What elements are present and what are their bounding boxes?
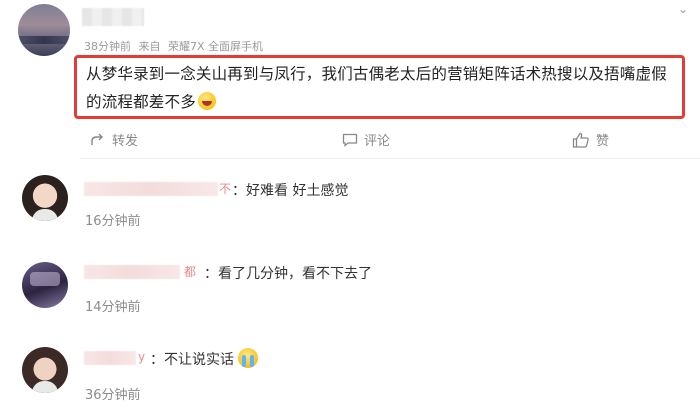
highlighted-comment: 从梦华录到一念关山再到与凤行，我们古偶老太后的营销矩阵话术热搜以及捂嘴虚假的流程… <box>86 60 682 116</box>
comment-text: ：看了几分钟，看不下去了 <box>204 263 372 283</box>
post-time: 38分钟前 <box>84 40 131 52</box>
forward-icon <box>91 133 103 145</box>
crying-emoji <box>238 348 258 368</box>
main-avatar[interactable] <box>18 4 70 56</box>
like-button[interactable]: 赞 <box>572 130 609 149</box>
blurred-username <box>82 8 144 26</box>
commenter-avatar[interactable] <box>22 175 68 221</box>
like-label: 赞 <box>596 134 610 149</box>
commenter-name-tail[interactable]: y <box>138 350 145 364</box>
comment-separator: ： <box>150 352 164 368</box>
commenter-name-tail[interactable]: 都 <box>184 263 196 280</box>
comment-icon <box>342 133 358 147</box>
commenter-avatar[interactable] <box>22 347 68 393</box>
comment-button[interactable]: 评论 <box>342 130 390 149</box>
comment-label: 评论 <box>364 134 391 149</box>
blurred-commenter-name <box>84 265 180 279</box>
forward-button[interactable]: 转发 <box>90 130 138 149</box>
comment-body: 好难看 好土感觉 <box>246 183 349 199</box>
comment-time: 16分钟前 <box>85 214 141 229</box>
comment-separator: ： <box>204 266 218 282</box>
chevron-down-icon[interactable]: ⌄ <box>678 2 688 16</box>
forward-label: 转发 <box>112 134 139 149</box>
laughing-tears-emoji <box>197 92 216 110</box>
comment-time: 14分钟前 <box>85 300 141 315</box>
comment-body: 看了几分钟，看不下去了 <box>218 266 372 282</box>
blurred-commenter-name <box>84 182 218 196</box>
post-source-prefix: 来自 <box>138 40 161 52</box>
avatar-image-detail <box>18 36 70 44</box>
comment-body: 不让说实话 <box>164 352 234 368</box>
blurred-commenter-name <box>84 351 136 365</box>
comment-text: ：好难看 好土感觉 <box>232 180 348 200</box>
post-device: 荣耀7X 全面屏手机 <box>168 40 264 52</box>
highlighted-comment-text: 从梦华录到一念关山再到与凤行，我们古偶老太后的营销矩阵话术热搜以及捂嘴虚假的流程… <box>86 65 667 111</box>
thumbs-up-icon <box>572 132 589 148</box>
commenter-avatar[interactable] <box>22 262 68 308</box>
commenter-name-tail[interactable]: 不 <box>219 180 231 197</box>
comment-separator: ： <box>232 183 246 199</box>
divider <box>80 158 700 159</box>
comment-time: 36分钟前 <box>85 388 141 403</box>
comment-text: ：不让说实话 <box>150 348 258 369</box>
post-meta: 38分钟前 来自 荣耀7X 全面屏手机 <box>84 38 267 52</box>
